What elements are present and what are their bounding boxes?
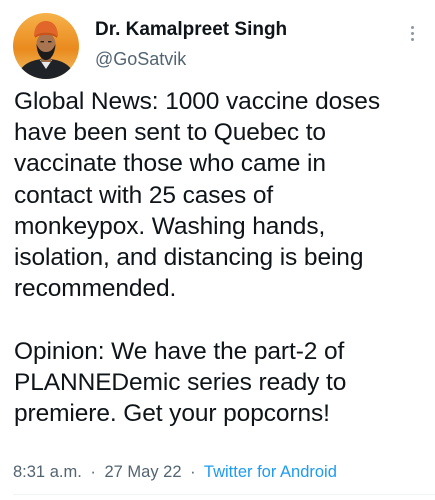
tweet-date[interactable]: 27 May 22 — [104, 463, 181, 481]
tweet-line: contact with 25 cases of — [14, 181, 274, 209]
tweet-line: Global News: 1000 vaccine doses — [14, 88, 380, 115]
more-vertical-icon-dot — [410, 31, 414, 35]
tweet-card: Dr. Kamalpreet Singh @GoSatvik Global Ne… — [0, 0, 435, 500]
tweet-line: have been sent to Quebec to — [14, 119, 326, 147]
tweet-meta: 8:31 a.m. · 27 May 22 · Twitter for Andr… — [13, 461, 337, 483]
tweet-line: vaccinate those who came in — [14, 150, 326, 178]
divider — [13, 494, 435, 495]
more-options-button[interactable] — [401, 20, 423, 46]
tweet-text: Global News: 1000 vaccine doses have bee… — [14, 86, 426, 429]
author-handle[interactable]: @GoSatvik — [95, 47, 287, 71]
meta-separator: · — [190, 463, 196, 481]
author-display-name[interactable]: Dr. Kamalpreet Singh — [95, 18, 287, 42]
more-vertical-icon-dot — [410, 37, 414, 41]
tweet-line: isolation, and distancing is being — [14, 244, 364, 272]
author-info: Dr. Kamalpreet Singh @GoSatvik — [95, 18, 287, 71]
tweet-line: PLANNEDemic series ready to — [14, 368, 347, 396]
tweet-source-link[interactable]: Twitter for Android — [204, 463, 337, 481]
tweet-time[interactable]: 8:31 a.m. — [13, 463, 82, 481]
meta-separator: · — [90, 463, 96, 481]
tweet-line: Opinion: We have the part-2 of — [14, 337, 345, 365]
avatar-image — [17, 21, 75, 79]
more-vertical-icon — [410, 25, 414, 29]
avatar[interactable] — [13, 13, 79, 79]
tweet-line: premiere. Get your popcorns! — [14, 400, 330, 428]
tweet-line: recommended. — [14, 275, 177, 303]
tweet-line: monkeypox. Washing hands, — [14, 212, 326, 240]
